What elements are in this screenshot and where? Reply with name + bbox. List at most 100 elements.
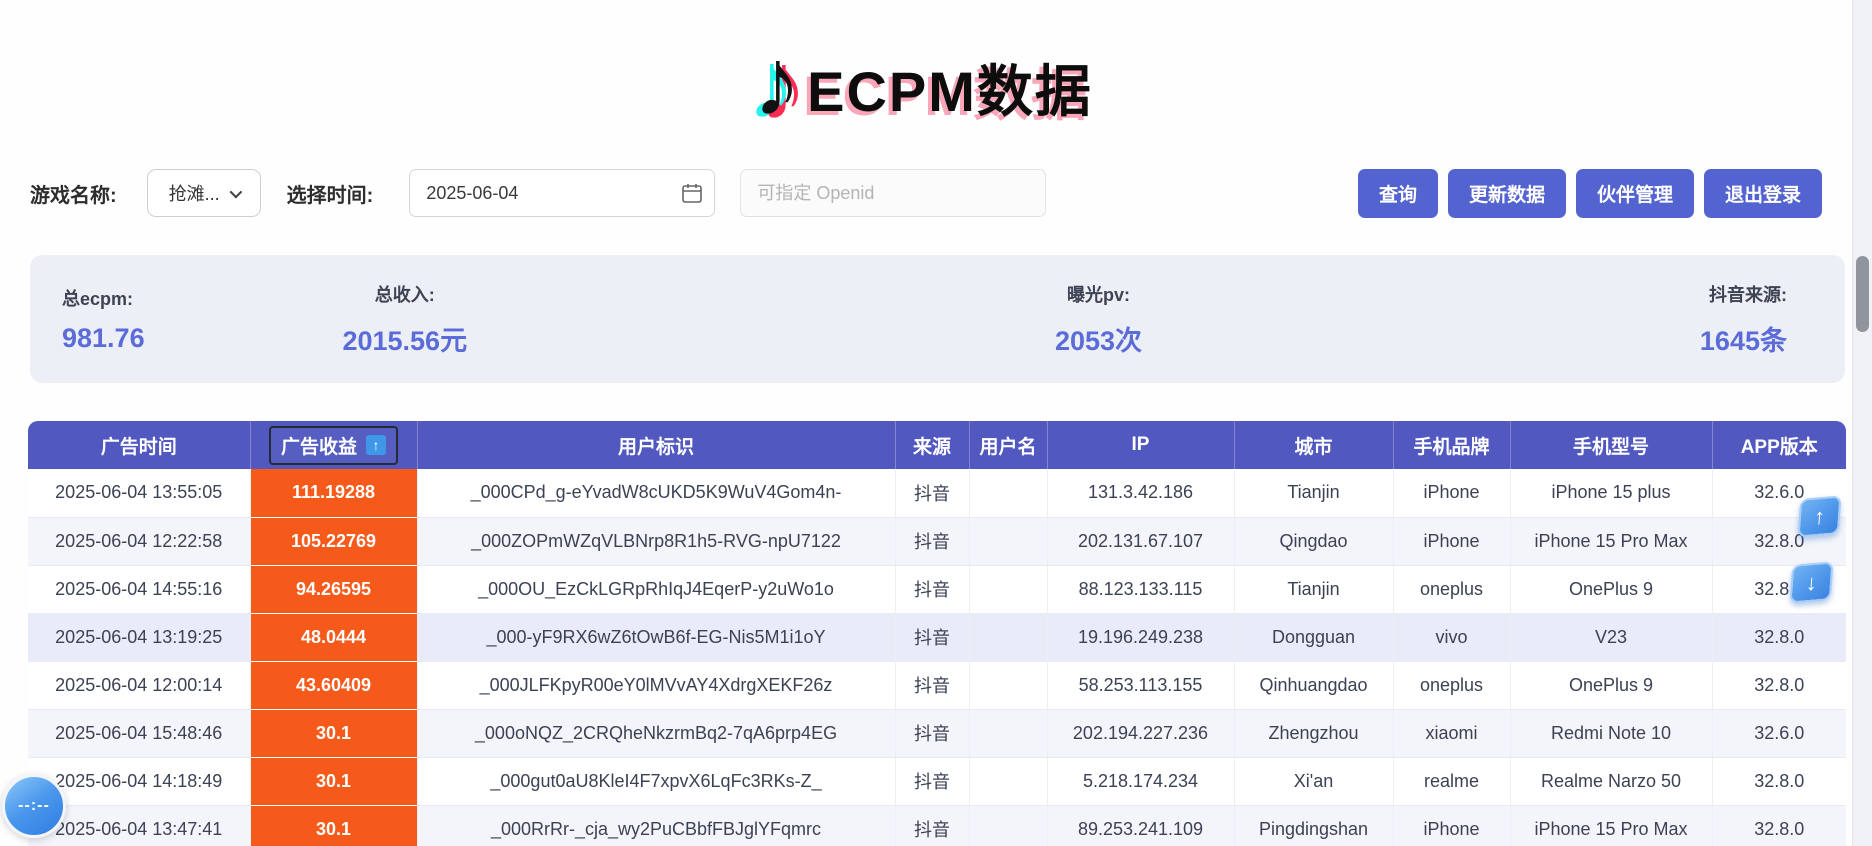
cell-city: Tianjin <box>1234 565 1393 613</box>
openid-input[interactable] <box>740 169 1046 217</box>
cell-ip: 202.194.227.236 <box>1047 709 1234 757</box>
page-header: ♪ ECPM数据 <box>0 22 1846 152</box>
stat-value: 981.76 <box>62 323 145 354</box>
chevron-down-icon <box>229 185 242 198</box>
query-button[interactable]: 查询 <box>1358 169 1438 218</box>
scroll-to-top-button[interactable]: ↑ <box>1797 495 1841 537</box>
stat-1: 总收入:2015.56元 <box>342 281 467 358</box>
cell-revenue: 30.1 <box>250 757 417 805</box>
cell-revenue: 94.26595 <box>250 565 417 613</box>
page-title: ECPM数据 <box>807 47 1093 128</box>
stats-bar: 总ecpm: 981.76 总收入:2015.56元 曝光pv: 2053次 抖音来源:1… <box>30 255 1845 383</box>
cell-source: 抖音 <box>895 709 969 757</box>
table-row: 2025-06-04 14:55:1694.26595_000OU_EzCkLG… <box>28 565 1846 613</box>
cell-ip: 5.218.174.234 <box>1047 757 1234 805</box>
cell-app_version: 32.8.0 <box>1712 661 1846 709</box>
cell-username <box>969 565 1047 613</box>
column-header-0: 广告时间 <box>28 421 250 469</box>
date-input[interactable] <box>409 169 715 217</box>
column-header-5: IP <box>1047 421 1234 469</box>
cell-brand: oneplus <box>1393 565 1510 613</box>
cell-ip: 58.253.113.155 <box>1047 661 1234 709</box>
cell-model: OnePlus 9 <box>1510 661 1712 709</box>
cell-revenue: 111.19288 <box>250 469 417 517</box>
table-body: 2025-06-04 13:55:05111.19288_000CPd_g-eY… <box>28 469 1846 846</box>
column-header-2: 用户标识 <box>417 421 895 469</box>
stat-label: 总ecpm: <box>62 285 133 311</box>
cell-openid: _000ZOPmWZqVLBNrp8R1h5-RVG-npU7122 <box>417 517 895 565</box>
cell-time: 2025-06-04 13:19:25 <box>28 613 250 661</box>
table-row: 2025-06-04 14:18:4930.1_000gut0aU8KleI4F… <box>28 757 1846 805</box>
stat-3: 抖音来源:1645条 <box>1700 281 1787 358</box>
cell-username <box>969 469 1047 517</box>
cell-openid: _000CPd_g-eYvadW8cUKD5K9WuV4Gom4n- <box>417 469 895 517</box>
cell-city: Tianjin <box>1234 469 1393 517</box>
partner-manage-button[interactable]: 伙伴管理 <box>1576 169 1694 218</box>
cell-app_version: 32.8.0 <box>1712 805 1846 846</box>
game-select-value: 抢滩... <box>169 180 220 206</box>
revenue-sort-button[interactable]: 广告收益 ↑ <box>269 426 398 465</box>
cell-model: iPhone 15 Pro Max <box>1510 805 1712 846</box>
game-select[interactable]: 抢滩... <box>147 169 261 217</box>
cell-city: Qinhuangdao <box>1234 661 1393 709</box>
stat-2: 曝光pv: 2053次 <box>1055 281 1142 358</box>
cell-openid: _000RrRr-_cja_wy2PuCBbfFBJglYFqmrc <box>417 805 895 846</box>
cell-brand: iPhone <box>1393 469 1510 517</box>
cell-openid: _000gut0aU8KleI4F7xpvX6LqFc3RKs-Z_ <box>417 757 895 805</box>
cell-revenue: 43.60409 <box>250 661 417 709</box>
cell-source: 抖音 <box>895 517 969 565</box>
timer-widget[interactable]: --:-- <box>2 774 66 838</box>
scrollbar-thumb[interactable] <box>1856 256 1869 332</box>
table-row: 2025-06-04 12:00:1443.60409_000JLFKpyR00… <box>28 661 1846 709</box>
stat-label: 曝光pv: <box>1067 281 1130 307</box>
cell-time: 2025-06-04 12:22:58 <box>28 517 250 565</box>
column-header-7: 手机品牌 <box>1393 421 1510 469</box>
filter-bar: 游戏名称: 抢滩... 选择时间: 查询 更新数据 伙伴管理 退出登录 <box>30 168 1822 218</box>
cell-ip: 88.123.133.115 <box>1047 565 1234 613</box>
cell-model: iPhone 15 plus <box>1510 469 1712 517</box>
stat-0: 总ecpm: 981.76 <box>62 285 145 354</box>
cell-username <box>969 613 1047 661</box>
cell-revenue: 30.1 <box>250 805 417 846</box>
action-buttons: 查询 更新数据 伙伴管理 退出登录 <box>1358 169 1822 218</box>
column-header-3: 来源 <box>895 421 969 469</box>
cell-source: 抖音 <box>895 661 969 709</box>
update-data-button[interactable]: 更新数据 <box>1448 169 1566 218</box>
scrollbar-track <box>1852 0 1872 846</box>
cell-city: Dongguan <box>1234 613 1393 661</box>
cell-brand: vivo <box>1393 613 1510 661</box>
sort-up-icon: ↑ <box>366 435 386 455</box>
ads-table: 广告时间广告收益↑用户标识来源用户名IP城市手机品牌手机型号APP版本 2025… <box>28 421 1846 846</box>
cell-source: 抖音 <box>895 613 969 661</box>
cell-model: V23 <box>1510 613 1712 661</box>
scroll-to-bottom-button[interactable]: ↓ <box>1789 561 1833 603</box>
stat-value: 2053次 <box>1055 319 1142 358</box>
cell-time: 2025-06-04 13:55:05 <box>28 469 250 517</box>
column-header-9: APP版本 <box>1712 421 1846 469</box>
column-header-label: 广告收益 <box>281 432 357 459</box>
cell-app_version: 32.8.0 <box>1712 757 1846 805</box>
cell-openid: _000JLFKpyR00eY0lMVvAY4XdrgXEKF26z <box>417 661 895 709</box>
cell-source: 抖音 <box>895 757 969 805</box>
stat-value: 1645条 <box>1700 319 1787 358</box>
table-row: 2025-06-04 12:22:58105.22769_000ZOPmWZqV… <box>28 517 1846 565</box>
cell-username <box>969 517 1047 565</box>
logout-button[interactable]: 退出登录 <box>1704 169 1822 218</box>
cell-ip: 19.196.249.238 <box>1047 613 1234 661</box>
cell-time: 2025-06-04 14:55:16 <box>28 565 250 613</box>
table-row: 2025-06-04 13:47:4130.1_000RrRr-_cja_wy2… <box>28 805 1846 846</box>
column-header-6: 城市 <box>1234 421 1393 469</box>
cell-time: 2025-06-04 12:00:14 <box>28 661 250 709</box>
cell-city: Xi'an <box>1234 757 1393 805</box>
cell-brand: xiaomi <box>1393 709 1510 757</box>
calendar-icon[interactable] <box>681 182 703 209</box>
table-row: 2025-06-04 15:48:4630.1_000oNQZ_2CRQheNk… <box>28 709 1846 757</box>
cell-model: Redmi Note 10 <box>1510 709 1712 757</box>
cell-model: iPhone 15 Pro Max <box>1510 517 1712 565</box>
cell-username <box>969 805 1047 846</box>
select-time-label: 选择时间: <box>287 179 374 208</box>
cell-time: 2025-06-04 15:48:46 <box>28 709 250 757</box>
cell-ip: 89.253.241.109 <box>1047 805 1234 846</box>
column-header-8: 手机型号 <box>1510 421 1712 469</box>
cell-source: 抖音 <box>895 469 969 517</box>
